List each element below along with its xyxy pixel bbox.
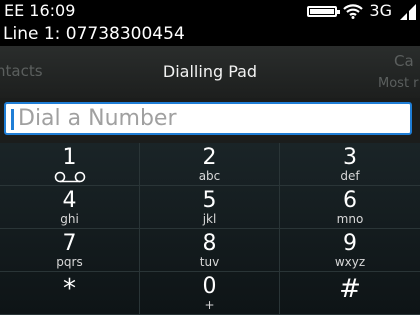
key-letters: ghi	[60, 212, 79, 226]
key-letters: +	[204, 298, 215, 312]
key-7[interactable]: 7 pqrs	[0, 229, 140, 272]
status-icons: 3G	[307, 2, 418, 20]
key-letters: wxyz	[334, 255, 366, 269]
tab-dialling-pad[interactable]: Dialling Pad	[163, 62, 257, 81]
key-digit: *	[63, 274, 76, 304]
key-1[interactable]: 1	[0, 143, 140, 186]
key-digit: 2	[202, 145, 217, 170]
key-9[interactable]: 9 wxyz	[280, 229, 420, 272]
key-letters: abc	[198, 169, 221, 183]
key-digit: 0	[202, 274, 217, 299]
key-8[interactable]: 8 tuv	[140, 229, 280, 272]
signal-icon	[398, 3, 418, 20]
key-digit: 8	[202, 231, 217, 256]
tab-call-log[interactable]: Ca	[394, 52, 414, 70]
key-4[interactable]: 4 ghi	[0, 186, 140, 229]
battery-fill	[310, 8, 334, 14]
tab-contacts[interactable]: ntacts	[0, 62, 43, 80]
key-digit: 9	[343, 231, 357, 256]
key-hash[interactable]: #	[280, 272, 420, 315]
key-digit: 6	[343, 188, 357, 213]
key-letters: mno	[336, 212, 364, 226]
status-bar: EE 16:09 3G	[0, 0, 420, 22]
key-letters: tuv	[199, 255, 220, 269]
key-digit: 3	[343, 145, 357, 170]
key-6[interactable]: 6 mno	[280, 186, 420, 229]
line-bar: Line 1: 07738300454	[0, 22, 420, 46]
key-digit: 7	[62, 231, 77, 256]
line-number: Line 1: 07738300454	[3, 24, 185, 44]
dial-field-container	[0, 98, 420, 143]
battery-icon	[307, 5, 341, 17]
key-digit: 5	[202, 188, 217, 213]
dial-keypad: 1 2 abc 3 def 4 ghi 5 jkl 6 mno 7 pqrs 8…	[0, 143, 420, 315]
key-letters: jkl	[202, 212, 217, 226]
key-digit: 1	[62, 145, 77, 170]
carrier-time: EE 16:09	[4, 1, 76, 20]
tab-call-log-subtitle: Most r	[378, 76, 419, 91]
voicemail-icon	[54, 171, 85, 183]
network-type: 3G	[369, 1, 392, 20]
key-digit: #	[339, 274, 361, 304]
wifi-icon	[343, 3, 364, 19]
text-cursor	[11, 109, 14, 130]
dial-number-input[interactable]	[4, 102, 412, 135]
key-letters: def	[340, 169, 360, 183]
key-5[interactable]: 5 jkl	[140, 186, 280, 229]
key-letters: pqrs	[56, 255, 83, 269]
key-2[interactable]: 2 abc	[140, 143, 280, 186]
key-star[interactable]: *	[0, 272, 140, 315]
key-digit: 4	[62, 188, 77, 213]
tab-bar: ntacts Dialling Pad Ca Most r	[0, 46, 420, 98]
key-3[interactable]: 3 def	[280, 143, 420, 186]
key-0[interactable]: 0 +	[140, 272, 280, 315]
